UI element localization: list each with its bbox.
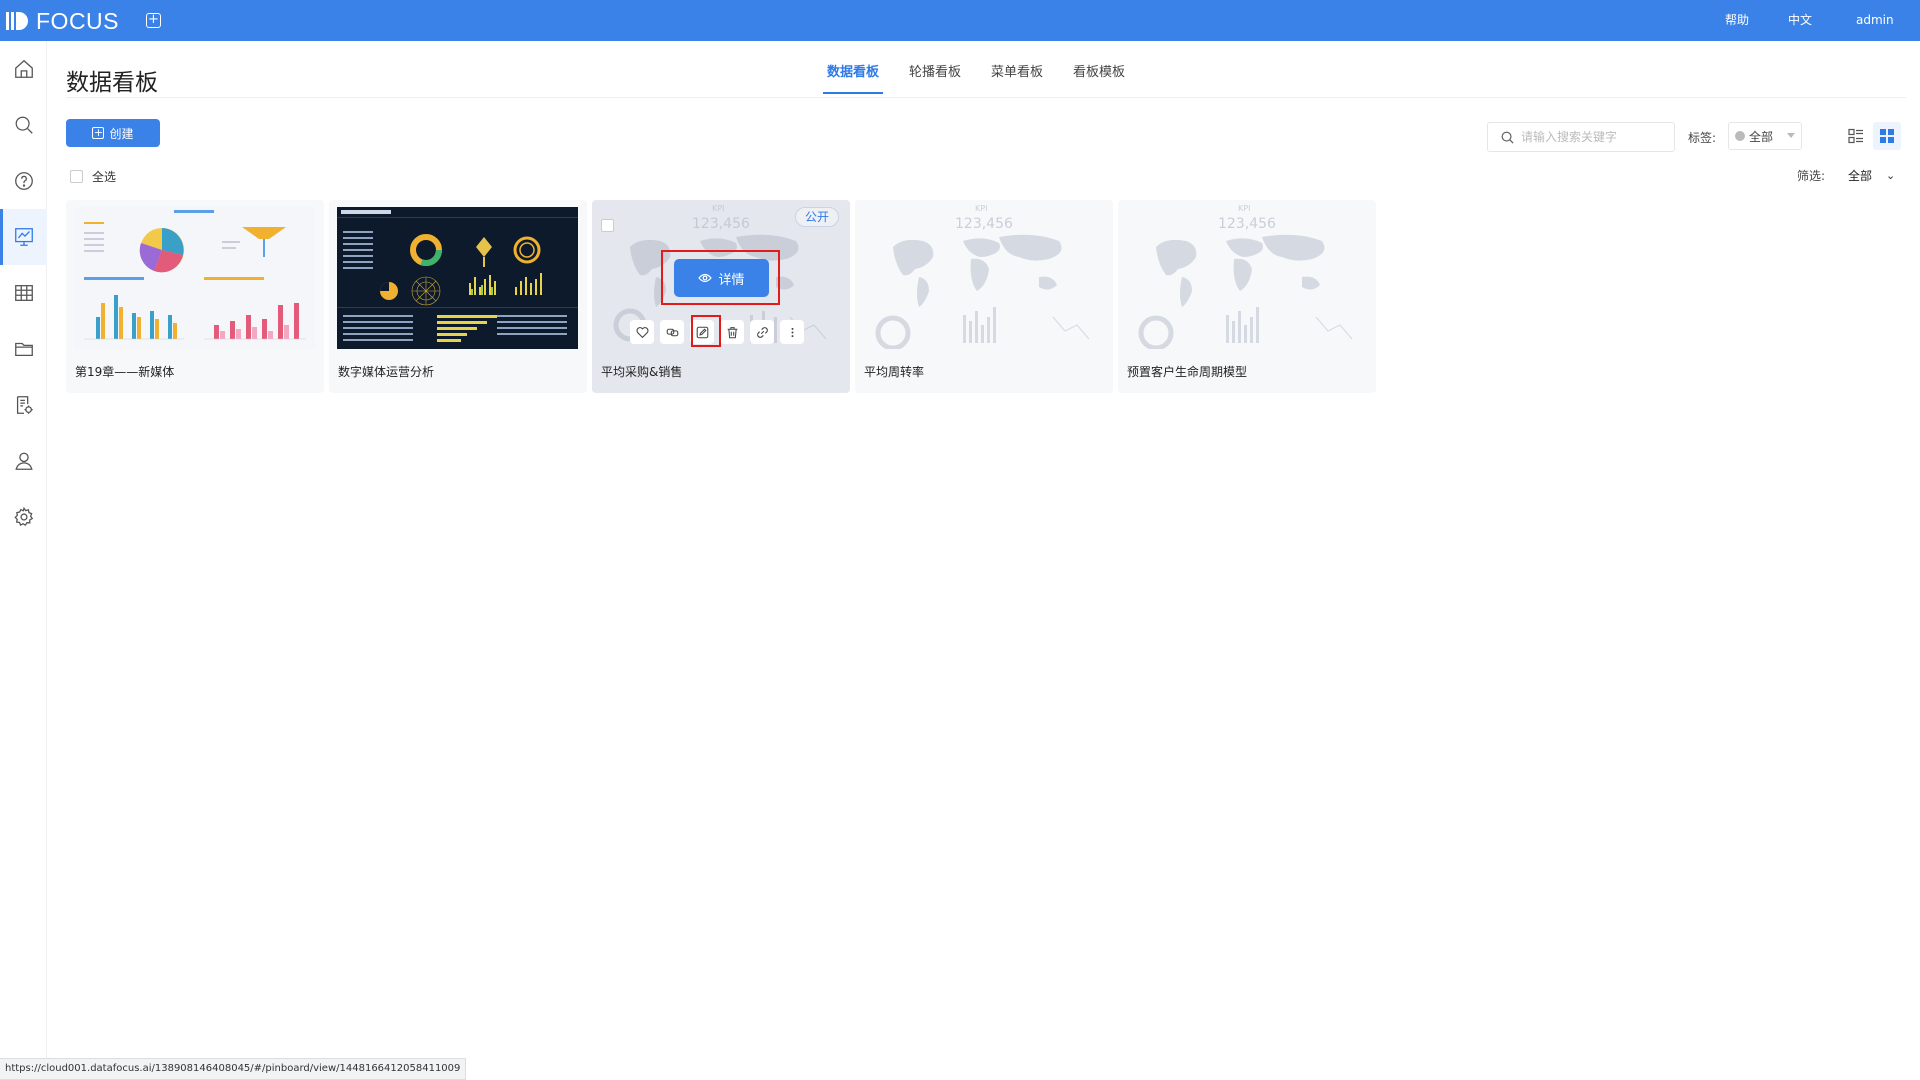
- tab-menu-board[interactable]: 菜单看板: [991, 61, 1043, 94]
- sidebar-item-folder[interactable]: [0, 321, 47, 377]
- search-icon: [15, 116, 33, 134]
- board-thumbnail: [337, 207, 578, 349]
- grid-view-button[interactable]: [1873, 122, 1901, 150]
- filter-dropdown[interactable]: 全部 ⌄: [1848, 167, 1895, 184]
- tab-carousel-board[interactable]: 轮播看板: [909, 61, 961, 94]
- board-card-title: 第19章——新媒体: [75, 365, 175, 379]
- question-icon: [14, 172, 33, 190]
- list-view-button[interactable]: [1844, 124, 1868, 148]
- kpi-label: KPI: [712, 204, 725, 213]
- delete-button[interactable]: [720, 320, 744, 344]
- search-input[interactable]: [1521, 130, 1661, 144]
- more-vertical-icon: [791, 327, 793, 337]
- logo[interactable]: FOCUS: [6, 8, 119, 34]
- search-box[interactable]: [1487, 122, 1675, 152]
- kpi-label: KPI: [975, 204, 988, 213]
- kpi-value: 123,456: [692, 216, 750, 232]
- board-card[interactable]: 123,456 KPI 平均周转率: [855, 200, 1113, 393]
- caret-down-icon: [1787, 133, 1795, 138]
- kpi-label: KPI: [1238, 204, 1251, 213]
- logo-icon: [6, 12, 28, 30]
- favorite-button[interactable]: [630, 320, 654, 344]
- home-icon: [14, 59, 33, 78]
- board-card[interactable]: 公开 123,456 KPI 详情 平均采购&销售: [592, 200, 850, 393]
- board-thumbnail: [74, 207, 315, 349]
- kpi-value: 123,456: [955, 216, 1013, 232]
- highlight-box: [661, 250, 780, 305]
- tag-select[interactable]: 全部: [1728, 122, 1802, 150]
- trash-icon: [727, 326, 737, 338]
- sidebar-item-table[interactable]: [0, 265, 47, 321]
- user-menu[interactable]: admin: [1856, 0, 1894, 41]
- sidebar-item-home[interactable]: [0, 41, 47, 97]
- filter-value: 全部: [1848, 169, 1873, 183]
- heart-icon: [636, 326, 648, 338]
- sidebar-item-search[interactable]: [0, 97, 47, 153]
- tag-label: 标签:: [1688, 131, 1717, 145]
- chart-board-icon: [14, 228, 33, 246]
- chevron-down-icon: ⌄: [1886, 169, 1896, 182]
- page-title: 数据看板: [66, 70, 158, 96]
- link-icon: [756, 326, 768, 338]
- sidebar-item-settings[interactable]: [0, 489, 47, 545]
- new-tab-button[interactable]: +: [146, 13, 161, 28]
- divider: [66, 97, 1906, 98]
- tab-board-template[interactable]: 看板模板: [1073, 61, 1125, 94]
- folder-icon: [14, 342, 33, 357]
- board-card[interactable]: 第19章——新媒体: [66, 200, 324, 393]
- grid-view-icon: [1880, 129, 1894, 143]
- doc-gear-icon: [16, 396, 33, 414]
- top-bar: FOCUS + 帮助 中文 admin: [0, 0, 1920, 41]
- user-icon: [14, 452, 33, 470]
- table-icon: [14, 285, 33, 301]
- select-all[interactable]: 全选: [70, 168, 116, 185]
- gear-icon: [13, 506, 33, 527]
- copy-icon: [666, 328, 678, 336]
- list-view-icon: [1848, 128, 1863, 144]
- tab-bar: 数据看板 轮播看板 菜单看板 看板模板: [822, 61, 1155, 94]
- copy-button[interactable]: [660, 320, 684, 344]
- board-card[interactable]: 数字媒体运营分析: [329, 200, 587, 393]
- tag-color-dot: [1735, 131, 1745, 141]
- highlight-box: [691, 315, 721, 347]
- card-checkbox[interactable]: [601, 219, 614, 232]
- search-icon: [1501, 131, 1514, 144]
- sidebar-item-user[interactable]: [0, 433, 47, 489]
- board-card-title: 数字媒体运营分析: [338, 365, 435, 379]
- create-button-label: 创建: [109, 126, 134, 141]
- share-link-button[interactable]: [750, 320, 774, 344]
- plus-icon: +: [92, 126, 105, 139]
- sidebar-item-report-settings[interactable]: [0, 377, 47, 433]
- tab-pinboard[interactable]: 数据看板: [822, 61, 884, 94]
- help-link[interactable]: 帮助: [1725, 0, 1749, 41]
- board-card-title: 平均周转率: [864, 365, 925, 379]
- board-card-title: 平均采购&销售: [601, 365, 683, 379]
- status-url-bar: https://cloud001.datafocus.ai/1389081464…: [0, 1058, 467, 1080]
- filter-label: 筛选:: [1797, 169, 1826, 183]
- board-card[interactable]: 123,456 KPI 预置客户生命周期模型: [1118, 200, 1376, 393]
- language-switch[interactable]: 中文: [1788, 0, 1812, 41]
- select-all-label: 全选: [92, 170, 117, 184]
- select-all-checkbox[interactable]: [70, 170, 83, 183]
- public-badge: 公开: [795, 207, 839, 227]
- main-content: 数据看板 数据看板 轮播看板 菜单看板 看板模板 + 创建 标签: 全部 全选 …: [47, 41, 1920, 1080]
- tag-select-value: 全部: [1749, 129, 1774, 144]
- sidebar-item-pinboard[interactable]: [0, 209, 47, 265]
- sidebar-item-question[interactable]: [0, 153, 47, 209]
- board-card-title: 预置客户生命周期模型: [1127, 365, 1248, 379]
- more-button[interactable]: [780, 320, 804, 344]
- kpi-value: 123,456: [1218, 216, 1276, 232]
- sidebar: [0, 41, 47, 1080]
- logo-text: FOCUS: [36, 7, 119, 34]
- create-button[interactable]: + 创建: [66, 119, 160, 147]
